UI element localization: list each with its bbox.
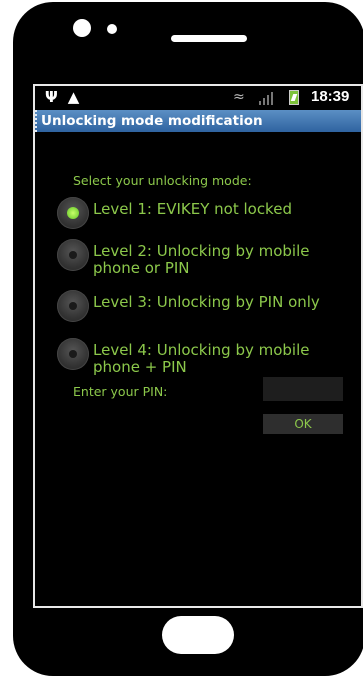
front-camera xyxy=(73,19,91,37)
radio-option-level-1[interactable]: Level 1: EVIKEY not locked xyxy=(57,197,347,237)
status-bar: Ψ ▲ ≈ 18:39 xyxy=(35,86,361,110)
home-button[interactable] xyxy=(162,616,234,654)
device-screen: Ψ ▲ ≈ 18:39 Unlocking mode modification S… xyxy=(33,84,363,608)
unlock-mode-prompt: Select your unlocking mode: xyxy=(73,173,252,188)
usb-icon: Ψ xyxy=(45,88,58,106)
earpiece-speaker xyxy=(171,35,247,42)
page-title: Unlocking mode modification xyxy=(35,110,361,132)
option-label-level-4: Level 4: Unlocking by mobile phone + PIN xyxy=(93,341,310,376)
option-label-level-1: Level 1: EVIKEY not locked xyxy=(93,200,292,218)
radio-button-level-2[interactable] xyxy=(57,239,89,271)
warning-icon: ▲ xyxy=(67,88,80,106)
pin-input[interactable] xyxy=(263,377,343,401)
option-label-level-3: Level 3: Unlocking by PIN only xyxy=(93,293,320,311)
radio-option-level-4[interactable]: Level 4: Unlocking by mobile phone + PIN xyxy=(57,338,347,378)
radio-button-level-3[interactable] xyxy=(57,290,89,322)
ok-button[interactable]: OK xyxy=(263,414,343,434)
signal-icon xyxy=(259,91,275,105)
radio-option-level-3[interactable]: Level 3: Unlocking by PIN only xyxy=(57,290,347,330)
status-left-icons: Ψ ▲ xyxy=(45,88,89,106)
radio-button-level-1[interactable] xyxy=(57,197,89,229)
option-label-level-2: Level 2: Unlocking by mobile phone or PI… xyxy=(93,242,310,277)
wifi-icon: ≈ xyxy=(233,89,245,105)
status-time: 18:39 xyxy=(311,88,350,105)
radio-button-level-4[interactable] xyxy=(57,338,89,370)
pin-label: Enter your PIN: xyxy=(73,384,168,399)
proximity-sensor xyxy=(107,24,117,34)
battery-icon xyxy=(289,90,299,105)
radio-option-level-2[interactable]: Level 2: Unlocking by mobile phone or PI… xyxy=(57,239,347,279)
